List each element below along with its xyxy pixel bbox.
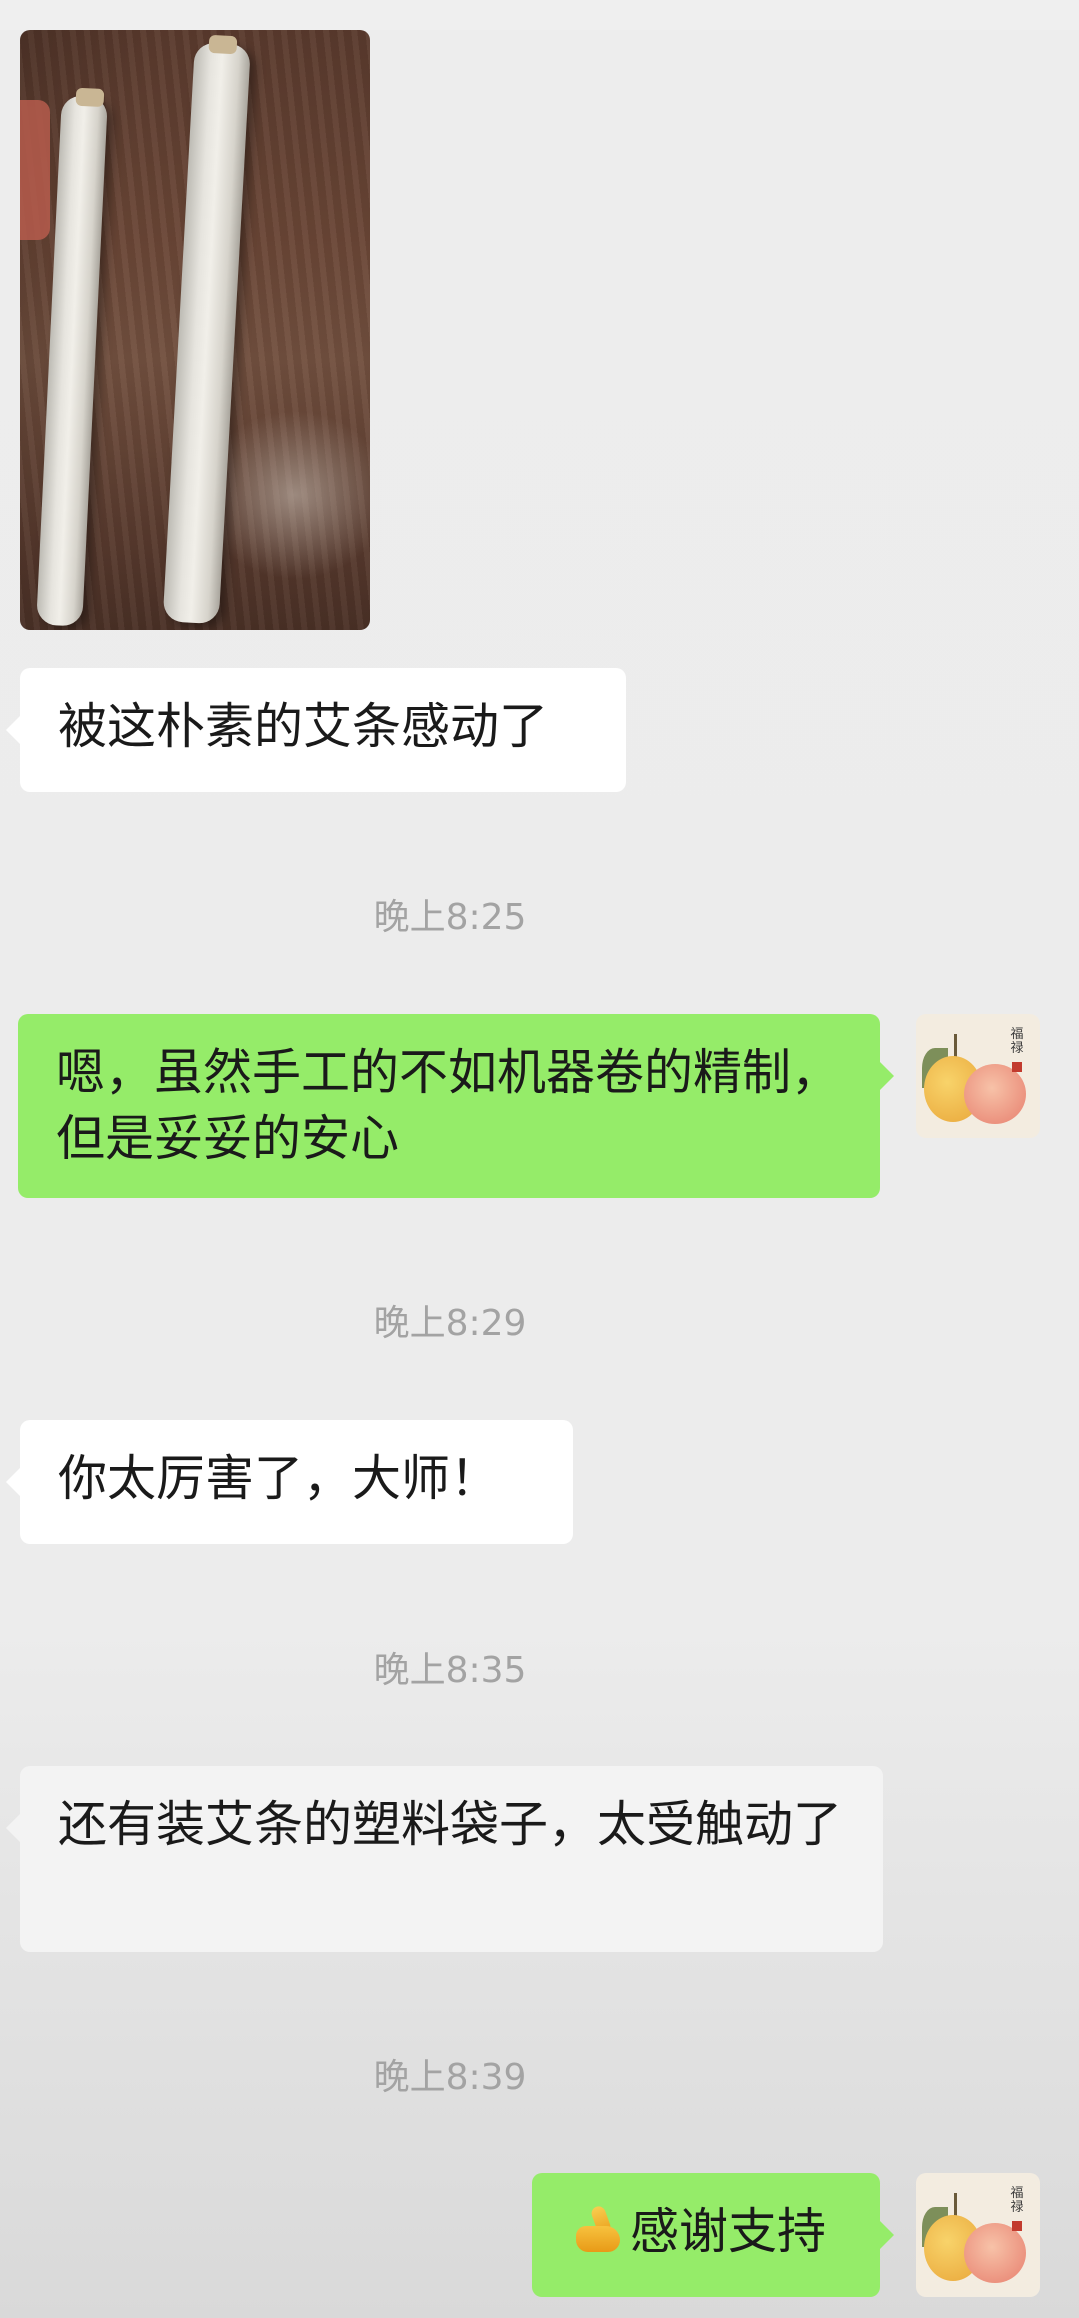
incoming-message-bubble[interactable]: 你太厉害了，大师！ bbox=[6, 1420, 573, 1544]
thumbs-up-icon bbox=[568, 2204, 624, 2256]
photo-message[interactable] bbox=[20, 30, 370, 630]
avatar-seal: 福禄 bbox=[1010, 2186, 1024, 2215]
timestamp: 晚上8:25 bbox=[373, 897, 527, 938]
avatar-stamp bbox=[1012, 1062, 1022, 1072]
outgoing-message-bubble[interactable]: 感谢支持 bbox=[532, 2173, 894, 2297]
avatar[interactable]: 福禄 bbox=[916, 1014, 1040, 1138]
avatar-stamp bbox=[1012, 2221, 1022, 2231]
photo-plate bbox=[20, 100, 50, 240]
timestamp: 晚上8:29 bbox=[373, 1303, 527, 1344]
incoming-message-bubble[interactable]: 还有装艾条的塑料袋子，太受触动了 bbox=[6, 1766, 883, 1952]
outgoing-message-bubble[interactable]: 嗯，虽然手工的不如机器卷的精制，但是妥妥的安心 bbox=[18, 1014, 894, 1198]
avatar[interactable]: 福禄 bbox=[916, 2173, 1040, 2297]
avatar-seal: 福禄 bbox=[1010, 1027, 1024, 1056]
stick-tip bbox=[208, 34, 238, 55]
timestamp: 晚上8:35 bbox=[373, 1650, 527, 1691]
message-text: 被这朴素的艾条感动了 bbox=[58, 698, 549, 755]
message-text: 你太厉害了，大师！ bbox=[58, 1450, 500, 1507]
timestamp: 晚上8:39 bbox=[373, 2057, 527, 2098]
thumb-palm bbox=[576, 2226, 620, 2252]
message-text: 感谢支持 bbox=[630, 2203, 827, 2260]
stick-tip bbox=[75, 87, 105, 108]
incoming-message-bubble[interactable]: 被这朴素的艾条感动了 bbox=[6, 668, 626, 792]
avatar-peach bbox=[964, 2223, 1026, 2283]
message-text: 嗯，虽然手工的不如机器卷的精制，但是妥妥的安心 bbox=[56, 1044, 841, 1167]
avatar-peach bbox=[964, 1064, 1026, 1124]
message-text: 还有装艾条的塑料袋子，太受触动了 bbox=[58, 1796, 843, 1853]
status-area bbox=[0, 0, 1079, 30]
